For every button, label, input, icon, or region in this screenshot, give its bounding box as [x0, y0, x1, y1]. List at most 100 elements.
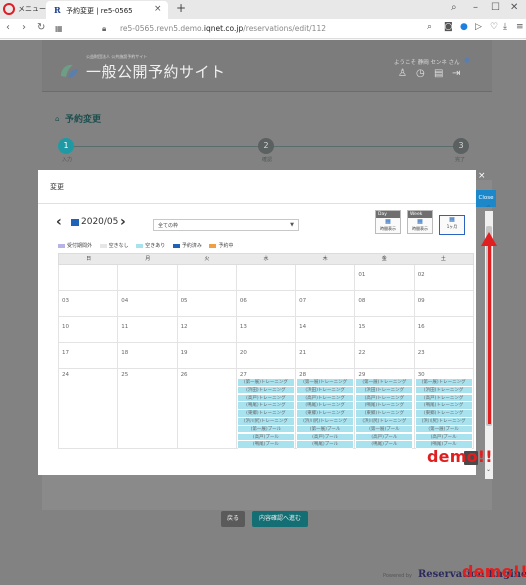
available-slot[interactable]: (高戸)プール	[237, 433, 294, 442]
week-view-button[interactable]: Week ▦ 時間表示	[407, 210, 433, 234]
day-cell[interactable]: 22	[355, 343, 415, 369]
document-icon[interactable]: ▤	[434, 68, 443, 79]
available-slot[interactable]: (浜田)トレーニング	[297, 386, 354, 395]
available-slot[interactable]: (高戸)プール	[415, 433, 472, 442]
available-slot[interactable]: (浜田)トレーニング	[356, 386, 413, 395]
day-cell[interactable]: 26	[177, 369, 237, 449]
home-icon[interactable]: ⌂	[55, 115, 59, 123]
day-cell[interactable]: 08	[355, 291, 415, 317]
day-cell[interactable]: 09	[414, 291, 474, 317]
window-close-icon[interactable]: ✕	[510, 2, 518, 13]
available-slot[interactable]: (鳴尾)トレーニング	[415, 402, 472, 410]
day-cell[interactable]: 28 (第一展)トレーニング (浜田)トレーニング (高戸)トレーニング (鳴尾)トレー…	[296, 369, 356, 449]
available-slot[interactable]: (鳴尾)トレーニング	[356, 402, 413, 410]
day-cell[interactable]: 10	[59, 317, 119, 343]
browser-tab-active[interactable]: R 予約変更 | re5-0565 ×	[46, 1, 168, 19]
available-slot[interactable]: (東郷)トレーニング	[356, 410, 413, 418]
day-cell[interactable]: 24	[59, 369, 119, 449]
available-slot[interactable]: (東郷)トレーニング	[297, 410, 354, 418]
available-slot[interactable]: (鳴尾)プール	[237, 441, 294, 449]
day-cell[interactable]: 07	[296, 291, 356, 317]
available-slot[interactable]: (第一展)プール	[237, 425, 294, 434]
available-slot[interactable]: (浜田)トレーニング	[415, 386, 472, 395]
user-icon[interactable]: ♙	[398, 68, 407, 79]
available-slot[interactable]: (浜川尻)トレーニング	[237, 418, 294, 426]
browser-menu-label[interactable]: メニュー	[18, 4, 46, 14]
day-cell[interactable]: 02	[414, 265, 474, 291]
available-slot[interactable]: (鳴尾)トレーニング	[297, 402, 354, 410]
day-cell[interactable]: 06	[236, 291, 297, 317]
back-arrow-icon[interactable]: ‹	[6, 22, 10, 33]
day-cell[interactable]: 15	[355, 317, 415, 343]
day-view-button[interactable]: Day ▦ 時間表示	[375, 210, 401, 234]
opera-logo-icon[interactable]	[3, 3, 15, 15]
day-cell[interactable]: 21	[296, 343, 356, 369]
available-slot[interactable]: (浜川尻)トレーニング	[356, 418, 413, 426]
maximize-icon[interactable]: ☐	[491, 2, 500, 13]
download-icon[interactable]: ⤓	[503, 22, 507, 32]
send-icon[interactable]: ▷	[475, 22, 482, 32]
day-cell[interactable]: 05	[177, 291, 237, 317]
facility-select[interactable]: 全ての枠 ▼	[153, 219, 299, 231]
available-slot[interactable]: (鳴尾)プール	[297, 441, 354, 449]
day-cell[interactable]: 19	[177, 343, 237, 369]
forward-arrow-icon[interactable]: ›	[22, 22, 26, 33]
next-month-button[interactable]: ›	[120, 214, 126, 230]
vpn-shield-icon[interactable]: ●	[460, 22, 468, 32]
available-slot[interactable]: (浜川尻)トレーニング	[415, 418, 472, 426]
day-cell[interactable]: 01	[355, 265, 415, 291]
day-cell[interactable]: 04	[118, 291, 178, 317]
day-cell[interactable]: 23	[414, 343, 474, 369]
available-slot[interactable]: (鳴尾)トレーニング	[237, 402, 294, 410]
available-slot[interactable]: (浜川尻)トレーニング	[297, 418, 354, 426]
url-field[interactable]: re5-0565.revn5.demo.iqnet.co.jp/reservat…	[120, 24, 326, 33]
logout-icon[interactable]: ⇥	[452, 68, 460, 79]
available-slot[interactable]: (高戸)トレーニング	[297, 394, 354, 403]
available-slot[interactable]: (浜田)トレーニング	[237, 386, 294, 395]
day-cell[interactable]: 20	[236, 343, 297, 369]
available-slot[interactable]: (第一展)プール	[356, 425, 413, 434]
available-slot[interactable]: (第一展)トレーニング	[297, 379, 354, 387]
available-slot[interactable]: (高戸)トレーニング	[356, 394, 413, 403]
tab-close-icon[interactable]: ×	[154, 4, 162, 14]
menu-icon[interactable]: ≡	[516, 22, 524, 32]
day-cell[interactable]: 27 (第一展)トレーニング (浜田)トレーニング (高戸)トレーニング (鳴尾)トレー…	[236, 369, 297, 449]
day-cell[interactable]: 17	[59, 343, 119, 369]
day-cell[interactable]: 30 (第一展)トレーニング (浜田)トレーニング (高戸)トレーニング (鳴尾)トレー…	[414, 369, 474, 449]
available-slot[interactable]: (高戸)トレーニング	[237, 394, 294, 403]
day-cell[interactable]: 11	[118, 317, 178, 343]
available-slot[interactable]: (第一展)トレーニング	[415, 379, 472, 387]
day-cell[interactable]: 18	[118, 343, 178, 369]
available-slot[interactable]: (高戸)プール	[356, 433, 413, 442]
help-icon[interactable]: ●	[464, 56, 470, 64]
site-title[interactable]: 一般公開予約サイト	[86, 61, 226, 82]
history-icon[interactable]: ◷	[416, 68, 425, 79]
day-cell[interactable]: 14	[296, 317, 356, 343]
available-slot[interactable]: (東郷)トレーニング	[237, 410, 294, 418]
heart-icon[interactable]: ♡	[490, 22, 498, 32]
available-slot[interactable]: (第一展)プール	[297, 425, 354, 434]
available-slot[interactable]: (第一展)トレーニング	[356, 379, 413, 387]
scroll-down-icon[interactable]: ⌄	[486, 466, 491, 473]
day-cell[interactable]: 29 (第一展)トレーニング (浜田)トレーニング (高戸)トレーニング (鳴尾)トレー…	[355, 369, 415, 449]
available-slot[interactable]: (第一展)トレーニング	[237, 379, 294, 387]
day-cell[interactable]: 03	[59, 291, 119, 317]
camera-icon[interactable]: ◙	[444, 22, 453, 32]
day-cell[interactable]: 25	[118, 369, 178, 449]
search-tabs-icon[interactable]: ⌕	[451, 2, 457, 13]
available-slot[interactable]: (高戸)プール	[297, 433, 354, 442]
day-cell[interactable]: 12	[177, 317, 237, 343]
modal-close-x-icon[interactable]: ×	[478, 171, 486, 181]
month-view-button[interactable]: ▦ 1ヶ月	[439, 215, 465, 235]
day-cell[interactable]: 13	[236, 317, 297, 343]
minimize-icon[interactable]: –	[473, 2, 478, 13]
speed-dial-icon[interactable]: ▦	[55, 24, 63, 33]
next-button[interactable]: 内容確認へ進む	[252, 511, 308, 527]
day-cell[interactable]: 16	[414, 317, 474, 343]
search-icon[interactable]: ⌕	[427, 22, 432, 32]
available-slot[interactable]: (鳴尾)プール	[356, 441, 413, 449]
available-slot[interactable]: (東郷)トレーニング	[415, 410, 472, 418]
back-button[interactable]: 戻る	[221, 511, 245, 527]
prev-month-button[interactable]: ‹	[56, 214, 62, 230]
reload-icon[interactable]: ↻	[37, 22, 45, 33]
